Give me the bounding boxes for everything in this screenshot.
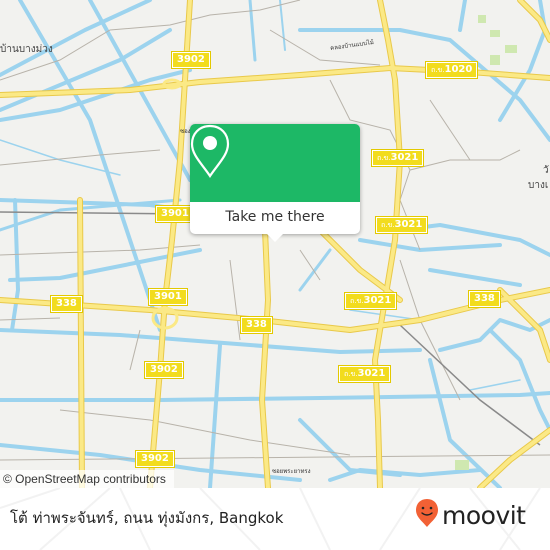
road-shield: 338 [468, 290, 501, 308]
map-view[interactable]: บ้านบางม่วง วั บางเ คลองบ้านแบบไม้ ซอยพร… [0, 0, 550, 488]
footer-bar: โต้ ท่าพระจันทร์, ถนน ทุ่งมังกร, Bangkok… [0, 488, 550, 550]
road-shield: ถ.ข.1020 [424, 61, 479, 79]
road-shield: 3902 [144, 361, 184, 379]
road-label: ซอยพระยาทรง [272, 468, 311, 475]
location-popup: Take me there [190, 124, 360, 234]
road-shield: 338 [50, 295, 83, 313]
moovit-wordmark: moovit [442, 500, 526, 530]
map-attribution[interactable]: © OpenStreetMap contributors [0, 470, 174, 488]
road-shield: ถ.ข.3021 [337, 365, 392, 383]
moovit-pin-icon [415, 498, 439, 533]
road-shield: 338 [240, 316, 273, 334]
road-shield: ถ.ข.3021 [343, 292, 398, 310]
place-label: วั [543, 165, 549, 176]
road-shield: 3902 [135, 450, 175, 468]
popup-header [190, 124, 360, 202]
moovit-logo[interactable]: moovit [415, 498, 526, 533]
road-shield: 3902 [171, 51, 211, 69]
place-label: บ้านบางม่วง [0, 44, 53, 55]
take-me-there-button[interactable]: Take me there [190, 202, 360, 234]
green-areas [455, 15, 517, 470]
popup-pointer [266, 233, 284, 242]
road-shield: 3901 [148, 288, 188, 306]
road-shield: ถ.ข.3021 [370, 149, 425, 167]
place-label: บางเ [528, 180, 549, 191]
road-shield: 3901 [155, 205, 195, 223]
place-title: โต้ ท่าพระจันทร์, ถนน ทุ่งมังกร, Bangkok [10, 509, 284, 527]
road-shield: ถ.ข.3021 [374, 216, 429, 234]
